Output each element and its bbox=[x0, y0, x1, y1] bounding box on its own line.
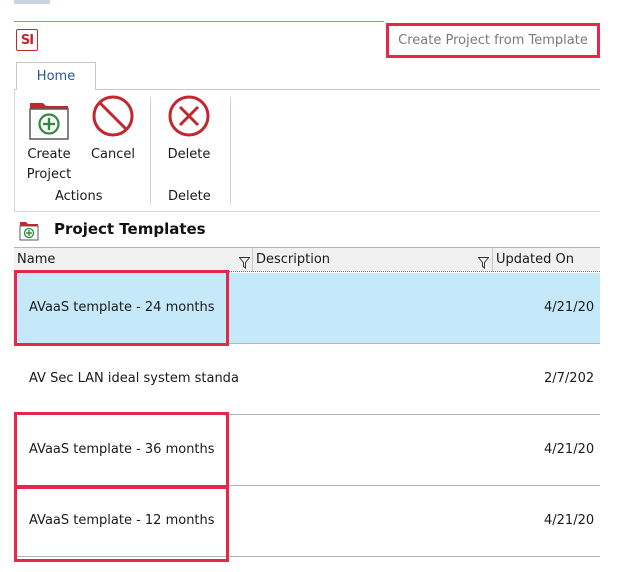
cancel-label: Cancel bbox=[90, 147, 136, 162]
cancel-button[interactable]: Cancel bbox=[88, 93, 138, 165]
column-header-name[interactable]: Name bbox=[14, 248, 253, 272]
funnel-icon[interactable] bbox=[238, 254, 251, 269]
top-strip bbox=[14, 0, 384, 22]
row-name: AV Sec LAN ideal system standa bbox=[29, 371, 239, 386]
create-project-label-line2: Project bbox=[26, 167, 72, 182]
row-updated-on: 2/7/202 bbox=[544, 371, 595, 386]
row-name: AVaaS template - 36 months bbox=[29, 442, 215, 457]
table-row[interactable]: AVaaS template - 24 months 4/21/20 bbox=[14, 273, 600, 344]
row-updated-on: 4/21/20 bbox=[544, 300, 595, 315]
no-entry-icon bbox=[90, 93, 136, 139]
column-header-updated-on-label: Updated On bbox=[496, 252, 574, 267]
folder-add-icon bbox=[26, 97, 72, 143]
tab-home[interactable]: Home bbox=[16, 62, 96, 90]
ribbon-separator bbox=[230, 97, 231, 205]
create-project-label-line1: Create bbox=[27, 147, 71, 162]
funnel-icon[interactable] bbox=[477, 254, 490, 269]
table-row[interactable]: AVaaS template - 12 months 4/21/20 bbox=[14, 486, 600, 557]
group-label-actions: Actions bbox=[55, 189, 103, 204]
folder-add-icon bbox=[18, 220, 40, 242]
row-updated-on: 4/21/20 bbox=[544, 442, 595, 457]
delete-button[interactable]: Delete bbox=[164, 93, 214, 165]
row-name: AVaaS template - 24 months bbox=[29, 300, 215, 315]
column-header-description-label: Description bbox=[256, 252, 331, 267]
app-logo: SI bbox=[16, 29, 38, 51]
group-label-delete: Delete bbox=[168, 189, 211, 204]
table-row[interactable]: AV Sec LAN ideal system standa 2/7/202 bbox=[14, 344, 600, 415]
delete-label: Delete bbox=[167, 147, 211, 162]
x-circle-icon bbox=[166, 93, 212, 139]
section-title: Project Templates bbox=[54, 220, 206, 238]
table-row[interactable]: AVaaS template - 36 months 4/21/20 bbox=[14, 415, 600, 486]
column-header-name-label: Name bbox=[17, 252, 56, 267]
ribbon-edge bbox=[14, 89, 15, 212]
create-project-button[interactable]: Create Project bbox=[24, 97, 74, 185]
window-title: Create Project from Template bbox=[386, 23, 600, 58]
grid-header: Name Description Updated On bbox=[14, 247, 600, 272]
column-header-updated-on[interactable]: Updated On bbox=[493, 248, 600, 272]
row-updated-on: 4/21/20 bbox=[544, 513, 595, 528]
ribbon-separator bbox=[150, 97, 151, 205]
row-name: AVaaS template - 12 months bbox=[29, 513, 215, 528]
column-header-description[interactable]: Description bbox=[253, 248, 493, 272]
top-strip-fade bbox=[14, 0, 50, 4]
